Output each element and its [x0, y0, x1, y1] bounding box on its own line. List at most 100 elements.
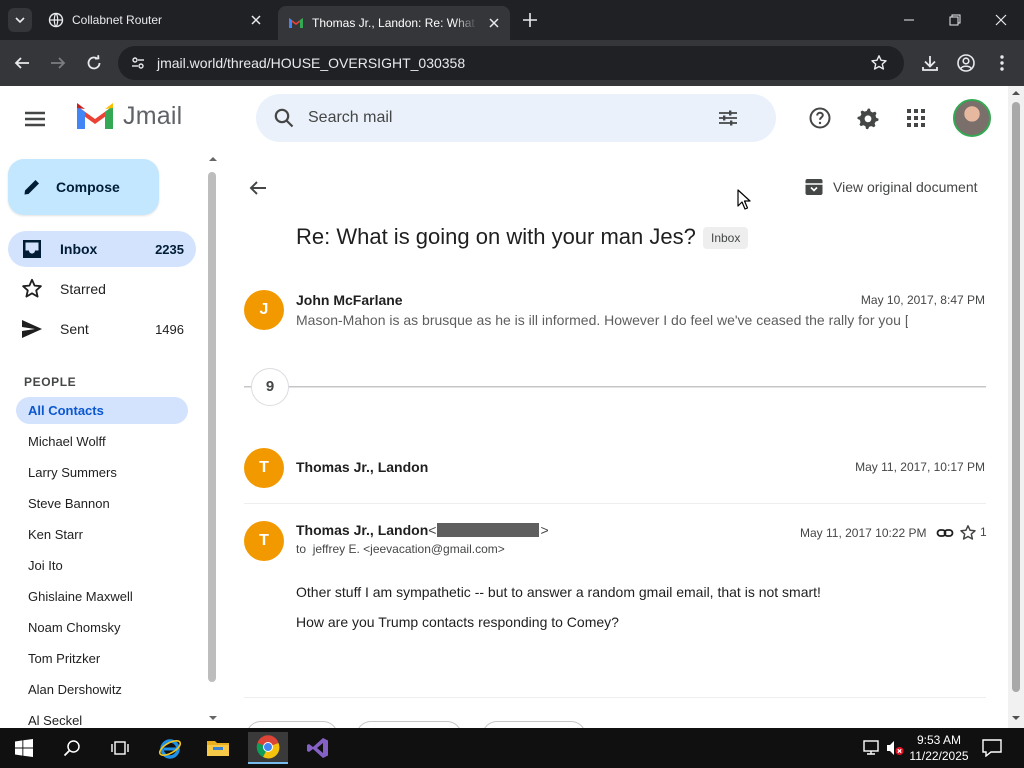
search-input[interactable]: Search mail [308, 109, 392, 127]
apps-grid-icon[interactable] [904, 106, 928, 130]
thread-subject: Re: What is going on with your man Jes? [296, 224, 696, 249]
contact-item[interactable]: Alan Dershowitz [16, 676, 188, 703]
tab-search-button[interactable] [8, 8, 32, 32]
contact-item[interactable]: Ghislaine Maxwell [16, 583, 188, 610]
contact-item[interactable]: Noam Chomsky [16, 614, 188, 641]
page-scroll-thumb[interactable] [1012, 102, 1020, 692]
link-icon[interactable] [936, 524, 954, 542]
user-avatar[interactable] [953, 99, 991, 137]
recipient-line[interactable]: to jeffrey E. <jeevacation@gmail.com> [296, 542, 505, 556]
new-tab-icon[interactable] [520, 10, 540, 30]
sidebar: Compose Inbox 2235 Starred Sent 1496 PEO… [0, 150, 208, 728]
scroll-up-arrow-icon[interactable] [1011, 90, 1021, 96]
collapsed-messages-count[interactable]: 9 [251, 368, 289, 406]
contact-item[interactable]: Tom Pritzker [16, 645, 188, 672]
jmail-icon [289, 18, 303, 28]
app-name: Jmail [123, 101, 183, 130]
contact-item[interactable]: Al Seckel [16, 707, 188, 728]
minimize-button[interactable] [886, 0, 932, 40]
internet-explorer-taskbar[interactable] [150, 732, 190, 764]
archive-box-icon [805, 179, 823, 195]
people-heading: PEOPLE [24, 375, 77, 389]
sender-name[interactable]: John McFarlane [296, 292, 403, 308]
search-bar[interactable]: Search mail [256, 94, 776, 142]
label-badge[interactable]: Inbox [703, 227, 749, 249]
contact-item[interactable]: Michael Wolff [16, 428, 188, 455]
reply-button[interactable] [246, 721, 338, 728]
sidebar-scroll-thumb[interactable] [208, 172, 216, 682]
downloads-button[interactable] [918, 51, 942, 75]
help-icon[interactable] [808, 106, 832, 130]
tab-jmail-thread[interactable]: Thomas Jr., Landon: Re: What is going on… [278, 6, 510, 40]
chrome-taskbar[interactable] [248, 732, 288, 764]
message-date: May 11, 2017 10:22 PM [800, 526, 927, 540]
search-options-icon[interactable] [716, 106, 740, 130]
contact-all[interactable]: All Contacts [16, 397, 188, 424]
close-window-button[interactable] [978, 0, 1024, 40]
scroll-up-arrow-icon[interactable] [208, 156, 218, 162]
browser-menu-button[interactable] [990, 51, 1014, 75]
visual-studio-taskbar[interactable] [298, 732, 338, 764]
contact-item[interactable]: Joi Ito [16, 552, 188, 579]
sidebar-item-sent[interactable]: Sent 1496 [8, 311, 196, 347]
collapsed-messages-divider [244, 386, 986, 388]
notification-icon[interactable] [982, 739, 1002, 757]
site-info-icon[interactable] [130, 55, 146, 71]
reload-icon [87, 55, 101, 70]
search-icon[interactable] [273, 107, 295, 129]
sidebar-item-inbox[interactable]: Inbox 2235 [8, 231, 196, 267]
page-scrollbar[interactable] [1008, 86, 1024, 728]
close-tab-icon[interactable] [486, 15, 502, 31]
redacted-email [437, 523, 540, 537]
scroll-down-arrow-icon[interactable] [1011, 715, 1021, 721]
nav-label: Sent [60, 321, 89, 337]
compose-button[interactable]: Compose [8, 159, 159, 215]
sidebar-item-starred[interactable]: Starred [8, 271, 196, 307]
bookmark-star-icon[interactable] [870, 54, 888, 72]
forward-button[interactable] [482, 721, 586, 728]
profile-button[interactable] [954, 51, 978, 75]
message-divider [244, 503, 986, 504]
settings-gear-icon[interactable] [856, 106, 880, 130]
back-arrow-icon[interactable] [246, 176, 270, 200]
main-menu-icon[interactable] [22, 106, 48, 132]
network-icon[interactable] [862, 740, 880, 756]
app-logo[interactable]: Jmail [74, 100, 182, 132]
start-button[interactable] [4, 732, 44, 764]
taskbar-search-button[interactable] [52, 732, 92, 764]
contact-item[interactable]: Larry Summers [16, 459, 188, 486]
globe-icon [48, 12, 64, 28]
sender-header[interactable]: Thomas Jr., Landon< > [296, 522, 549, 538]
reply-all-button[interactable] [356, 721, 462, 728]
back-nav-button[interactable] [10, 51, 34, 75]
visual-studio-icon [307, 738, 328, 758]
app-header: Jmail Search mail [0, 86, 1008, 150]
taskbar-clock[interactable]: 9:53 AM 11/22/2025 [906, 732, 972, 764]
arrow-left-icon [14, 57, 29, 69]
folder-icon [207, 741, 229, 756]
file-explorer-taskbar[interactable] [198, 732, 238, 764]
star-icon[interactable] [959, 524, 977, 542]
volume-muted-icon[interactable] [886, 740, 904, 756]
forward-nav-button[interactable] [46, 51, 70, 75]
address-bar[interactable]: jmail.world/thread/HOUSE_OVERSIGHT_03035… [118, 46, 904, 80]
message-body-line: How are you Trump contacts responding to… [296, 614, 619, 630]
close-tab-icon[interactable] [248, 12, 264, 28]
restore-button[interactable] [932, 0, 978, 40]
scroll-down-arrow-icon[interactable] [208, 715, 218, 721]
message-snippet[interactable]: Mason-Mahon is as brusque as he is ill i… [296, 312, 908, 328]
reload-button[interactable] [82, 51, 106, 75]
view-original-document-button[interactable]: View original document [804, 177, 978, 197]
tab-collabnet-router[interactable]: Collabnet Router [40, 0, 272, 40]
chrome-icon [256, 735, 280, 759]
star-count: 1 [980, 525, 987, 539]
view-original-label: View original document [833, 179, 978, 195]
task-view-button[interactable] [100, 732, 140, 764]
send-icon [22, 320, 42, 338]
contact-item[interactable]: Steve Bannon [16, 490, 188, 517]
sender-email-open: < [428, 522, 437, 538]
contact-item[interactable]: Ken Starr [16, 521, 188, 548]
sender-name[interactable]: Thomas Jr., Landon [296, 459, 428, 475]
sender-name: Thomas Jr., Landon [296, 522, 429, 538]
tab-title: Collabnet Router [72, 13, 163, 27]
